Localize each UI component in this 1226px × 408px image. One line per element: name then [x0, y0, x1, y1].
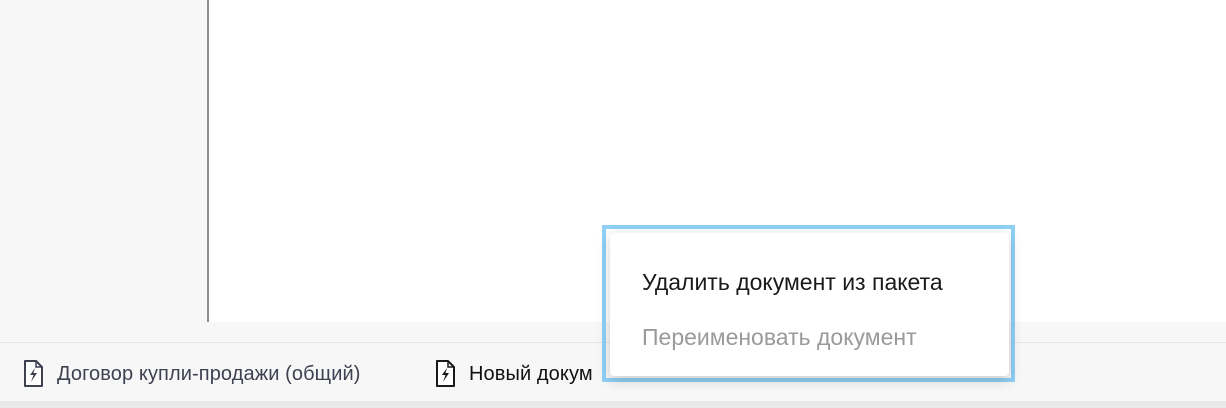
- document-tab-label: Новый докум: [469, 362, 593, 385]
- document-context-menu: Удалить документ из пакета Переименовать…: [610, 233, 1009, 376]
- document-tab-sales-contract[interactable]: Договор купли-продажи (общий): [21, 359, 361, 389]
- menu-item-delete-document[interactable]: Удалить документ из пакета: [642, 269, 943, 296]
- document-tab-new-document[interactable]: Новый докум: [433, 359, 593, 389]
- left-sidebar-panel: [0, 0, 209, 322]
- app-window: Договор купли-продажи (общий) Новый доку…: [0, 0, 1226, 408]
- menu-item-rename-document[interactable]: Переименовать документ: [642, 324, 917, 351]
- document-tab-label: Договор купли-продажи (общий): [57, 362, 361, 385]
- document-lightning-icon: [433, 359, 457, 389]
- document-lightning-icon: [21, 359, 45, 389]
- bottom-divider: [0, 401, 1226, 408]
